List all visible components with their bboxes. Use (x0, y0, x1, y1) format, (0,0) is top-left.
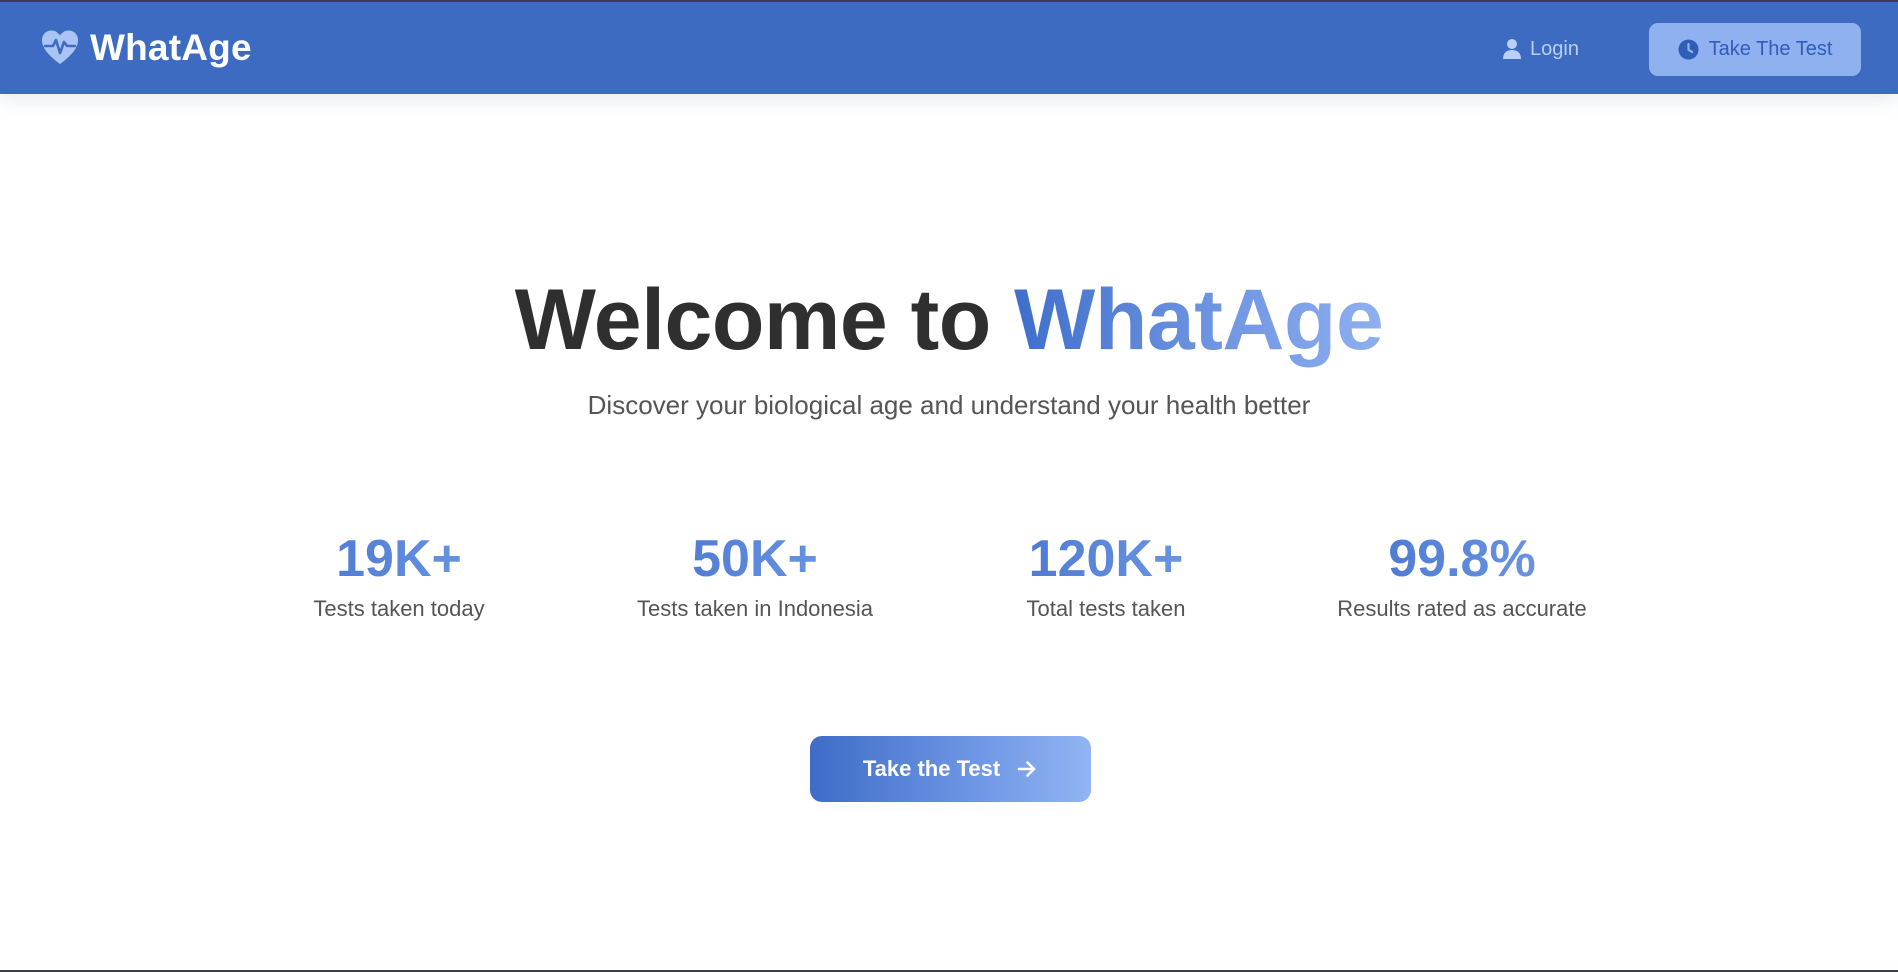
stat-value: 19K+ (239, 528, 559, 590)
hero-title-accent: WhatAge (1014, 272, 1384, 368)
arrow-right-icon (1016, 758, 1038, 780)
stat-total-tests: 120K+ Total tests taken (946, 528, 1266, 624)
hero-subtitle: Discover your biological age and underst… (587, 390, 1311, 420)
stat-label: Total tests taken (1026, 596, 1186, 621)
take-test-cta-button[interactable]: Take the Test (810, 736, 1091, 802)
stat-accuracy: 99.8% Results rated as accurate (1302, 528, 1622, 624)
brand-title: WhatAge (90, 27, 252, 68)
page: WhatAge Login Take The Test Welcome to W… (0, 0, 1898, 972)
user-icon (1502, 38, 1522, 60)
login-label: Login (1530, 37, 1579, 60)
brand-logo[interactable]: WhatAge (40, 28, 252, 68)
stat-value: 120K+ (946, 528, 1266, 590)
stat-tests-indonesia: 50K+ Tests taken in Indonesia (595, 528, 915, 624)
take-test-header-button[interactable]: Take The Test (1649, 23, 1861, 76)
clock-icon (1678, 39, 1699, 60)
stat-label: Results rated as accurate (1337, 596, 1587, 621)
stat-label: Tests taken in Indonesia (636, 596, 874, 621)
stat-value: 50K+ (595, 528, 915, 590)
cta-label: Take the Test (862, 756, 1001, 781)
heart-pulse-icon (40, 29, 80, 67)
hero-title: Welcome to WhatAge (0, 270, 1898, 370)
login-link[interactable]: Login (1502, 34, 1579, 64)
stat-label: Tests taken today (313, 596, 485, 621)
top-navbar: WhatAge Login Take The Test (0, 2, 1898, 94)
take-test-header-label: Take The Test (1708, 38, 1833, 60)
hero-title-prefix: Welcome to (514, 272, 1015, 368)
stat-tests-today: 19K+ Tests taken today (239, 528, 559, 624)
stat-value: 99.8% (1302, 528, 1622, 590)
